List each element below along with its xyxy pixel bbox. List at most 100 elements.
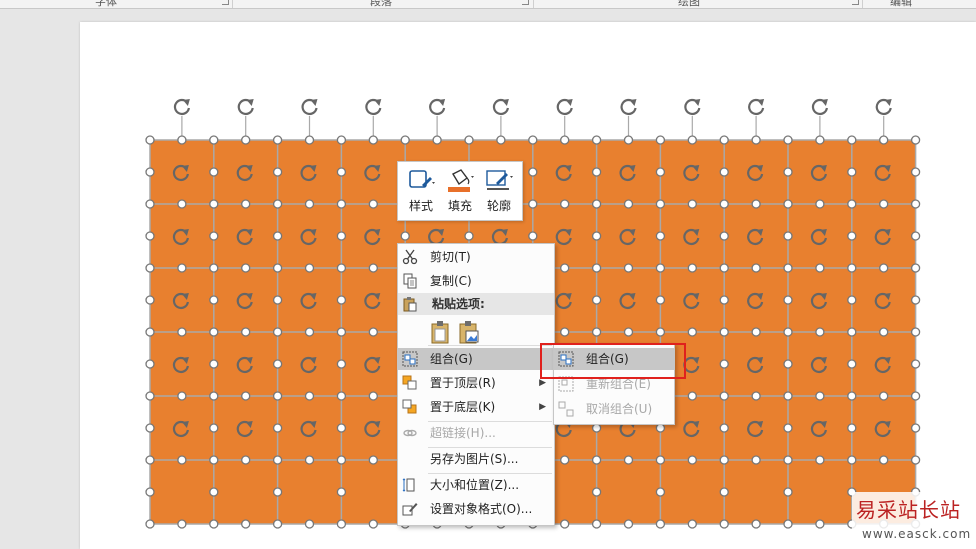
sizing-handle[interactable] (655, 295, 666, 305)
orange-square-shape[interactable] (213, 268, 278, 332)
sizing-handle[interactable] (783, 423, 793, 433)
sizing-handle[interactable] (591, 519, 602, 529)
sizing-handle[interactable] (241, 199, 251, 209)
sizing-handle[interactable] (177, 199, 187, 209)
orange-square-shape[interactable] (596, 204, 661, 268)
sizing-handle[interactable] (847, 327, 857, 337)
sizing-handle[interactable] (272, 327, 283, 337)
sizing-handle[interactable] (655, 231, 666, 241)
sizing-handle[interactable] (847, 263, 857, 273)
sizing-handle[interactable] (209, 295, 219, 305)
menu-item-format-object[interactable]: 设置对象格式(O)... (398, 498, 554, 520)
sizing-handle[interactable] (719, 327, 729, 337)
sizing-handle[interactable] (687, 391, 697, 401)
sizing-handle[interactable] (368, 199, 378, 209)
sizing-handle[interactable] (209, 231, 219, 241)
sizing-handle[interactable] (591, 263, 602, 273)
sizing-handle[interactable] (783, 199, 793, 209)
sizing-handle[interactable] (783, 231, 793, 241)
sizing-handle[interactable] (560, 455, 570, 465)
sizing-handle[interactable] (496, 135, 506, 145)
sizing-handle[interactable] (528, 135, 538, 145)
fill-button[interactable]: 填充 (441, 166, 479, 218)
sizing-handle[interactable] (687, 455, 697, 465)
sizing-handle[interactable] (145, 295, 155, 305)
sizing-handle[interactable] (560, 135, 570, 145)
sizing-handle[interactable] (177, 455, 187, 465)
orange-square-shape[interactable] (277, 140, 342, 204)
sizing-handle[interactable] (209, 327, 219, 337)
sizing-handle[interactable] (272, 391, 283, 401)
rotate-handle-icon[interactable] (429, 98, 446, 115)
sizing-handle[interactable] (304, 327, 315, 337)
orange-square-shape[interactable] (532, 140, 597, 204)
sizing-handle[interactable] (815, 519, 825, 529)
sizing-handle[interactable] (783, 391, 793, 401)
rotate-handle-icon[interactable] (237, 98, 254, 115)
sizing-handle[interactable] (336, 487, 347, 497)
sizing-handle[interactable] (719, 231, 729, 241)
sizing-handle[interactable] (847, 135, 857, 145)
sizing-handle[interactable] (145, 487, 155, 497)
sizing-handle[interactable] (815, 263, 825, 273)
rotate-handle-icon[interactable] (811, 98, 828, 115)
sizing-handle[interactable] (272, 423, 283, 433)
sizing-handle[interactable] (145, 199, 155, 209)
sizing-handle[interactable] (272, 231, 283, 241)
orange-square-shape[interactable] (660, 268, 725, 332)
sizing-handle[interactable] (655, 327, 666, 337)
orange-square-shape[interactable] (851, 332, 916, 396)
sizing-handle[interactable] (751, 135, 761, 145)
sizing-handle[interactable] (719, 423, 729, 433)
sizing-handle[interactable] (591, 135, 602, 145)
orange-square-shape[interactable] (277, 204, 342, 268)
orange-square-shape[interactable] (851, 140, 916, 204)
orange-square-shape[interactable] (213, 332, 278, 396)
sizing-handle[interactable] (272, 455, 283, 465)
orange-square-shape[interactable] (724, 332, 788, 396)
sizing-handle[interactable] (719, 519, 729, 529)
sizing-handle[interactable] (783, 135, 793, 145)
orange-square-shape[interactable] (724, 204, 788, 268)
sizing-handle[interactable] (336, 327, 347, 337)
sizing-handle[interactable] (241, 455, 251, 465)
sizing-handle[interactable] (815, 199, 825, 209)
orange-square-shape[interactable] (724, 268, 788, 332)
sizing-handle[interactable] (368, 391, 378, 401)
sizing-handle[interactable] (336, 359, 347, 369)
sizing-handle[interactable] (847, 455, 857, 465)
sizing-handle[interactable] (655, 167, 666, 177)
sizing-handle[interactable] (783, 519, 793, 529)
rotate-handle-icon[interactable] (301, 98, 318, 115)
sizing-handle[interactable] (272, 359, 283, 369)
sizing-handle[interactable] (336, 135, 347, 145)
sizing-handle[interactable] (879, 391, 889, 401)
sizing-handle[interactable] (400, 135, 410, 145)
paste-option-keep-source[interactable] (430, 320, 452, 347)
sizing-handle[interactable] (209, 135, 219, 145)
sizing-handle[interactable] (591, 327, 602, 337)
sizing-handle[interactable] (751, 199, 761, 209)
sizing-handle[interactable] (719, 167, 729, 177)
sizing-handle[interactable] (177, 327, 187, 337)
sizing-handle[interactable] (209, 199, 219, 209)
orange-square-shape[interactable] (341, 140, 406, 204)
sizing-handle[interactable] (879, 263, 889, 273)
orange-square-shape[interactable] (150, 140, 214, 204)
sizing-handle[interactable] (368, 263, 378, 273)
sizing-handle[interactable] (145, 231, 155, 241)
sizing-handle[interactable] (560, 519, 570, 529)
orange-square-shape[interactable] (213, 396, 278, 460)
sizing-handle[interactable] (272, 135, 283, 145)
sizing-handle[interactable] (209, 391, 219, 401)
sizing-handle[interactable] (910, 263, 921, 273)
sizing-handle[interactable] (145, 359, 155, 369)
sizing-handle[interactable] (783, 263, 793, 273)
sizing-handle[interactable] (241, 135, 251, 145)
sizing-handle[interactable] (815, 327, 825, 337)
sizing-handle[interactable] (368, 519, 378, 529)
rotate-handle-icon[interactable] (173, 98, 190, 115)
orange-square-shape[interactable] (341, 396, 406, 460)
sizing-handle[interactable] (591, 487, 602, 497)
sizing-handle[interactable] (591, 295, 602, 305)
